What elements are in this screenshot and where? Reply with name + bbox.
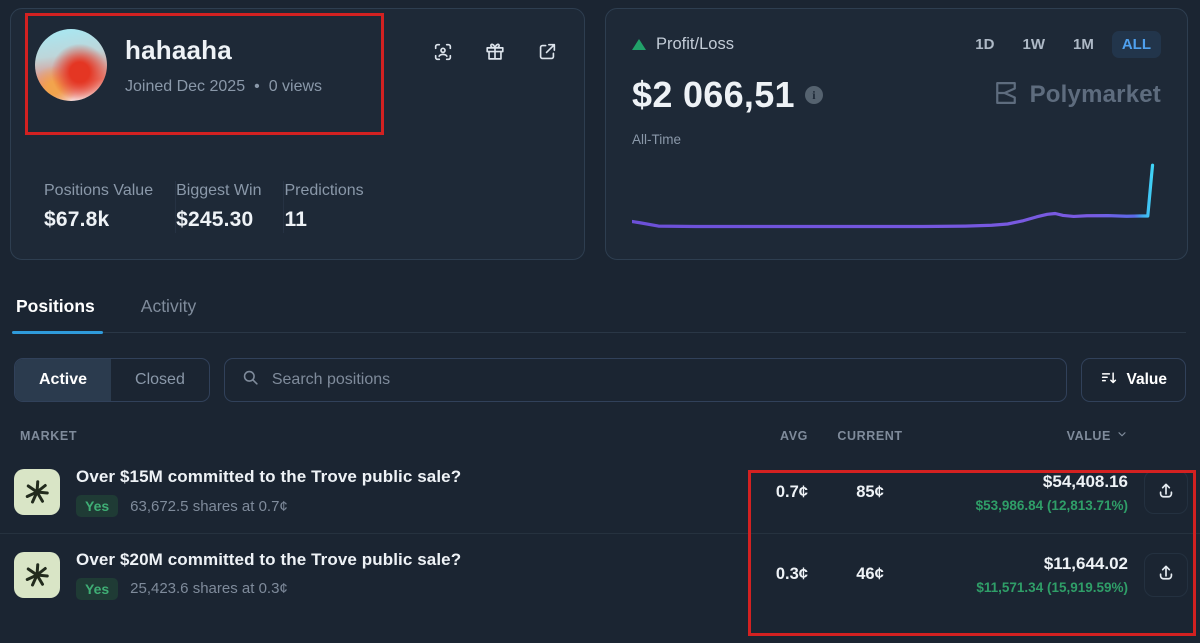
pnl-header: Profit/Loss 1D 1W 1M ALL (632, 31, 1161, 58)
stat-label: Predictions (284, 182, 363, 200)
avg-price: 0.7¢ (732, 483, 808, 502)
positions-controls: Active Closed Value (14, 358, 1186, 402)
stat-label: Positions Value (44, 182, 153, 200)
positions-list: Over $15M committed to the Trove public … (0, 451, 1200, 615)
header-market: MARKET (14, 429, 732, 443)
header-value-label: VALUE (1067, 429, 1111, 443)
position-value: $11,644.02 (920, 554, 1128, 574)
outcome-badge: Yes (76, 578, 118, 600)
pnl-card: Profit/Loss 1D 1W 1M ALL $2 066,51 i (605, 8, 1188, 260)
stat-label: Biggest Win (176, 182, 261, 200)
qr-face-scan-icon (432, 41, 454, 63)
polymarket-wordmark: Polymarket (1030, 81, 1161, 109)
polymarket-logo-icon (992, 79, 1020, 112)
pnl-amount: $2 066,51 (632, 74, 795, 116)
pnl-amount-row: $2 066,51 i Polymarket (632, 74, 1161, 116)
profile-meta: Joined Dec 2025 • 0 views (125, 78, 322, 96)
timeframe-selector: 1D 1W 1M ALL (965, 31, 1161, 58)
market-info: Over $15M committed to the Trove public … (76, 467, 461, 517)
status-segmented-control: Active Closed (14, 358, 210, 402)
polymarket-brand: Polymarket (992, 79, 1161, 112)
tab-positions[interactable]: Positions (14, 296, 97, 332)
gift-icon (484, 41, 506, 63)
pnl-chart-svg (632, 161, 1161, 245)
tab-activity[interactable]: Activity (139, 296, 198, 332)
header-value-sort[interactable]: VALUE (1067, 428, 1128, 443)
chevron-down-icon (1116, 428, 1128, 443)
market-info: Over $20M committed to the Trove public … (76, 550, 461, 600)
share-position-button[interactable] (1144, 470, 1188, 514)
market-icon (14, 469, 60, 515)
profile-card: hahaaha Joined Dec 2025 • 0 views (10, 8, 585, 260)
stat-value: $67.8k (44, 208, 153, 232)
sort-button-label: Value (1127, 371, 1168, 389)
stat-predictions: Predictions 11 (284, 182, 385, 232)
pnl-chart-line (632, 165, 1153, 226)
market-icon (14, 552, 60, 598)
pnl-chart[interactable] (632, 161, 1161, 245)
trend-up-icon (632, 39, 646, 50)
pnl-label: Profit/Loss (656, 35, 734, 54)
search-input[interactable] (272, 371, 1050, 389)
share-upload-icon (1156, 563, 1176, 586)
position-row[interactable]: Over $20M committed to the Trove public … (0, 533, 1200, 615)
share-position-button[interactable] (1144, 553, 1188, 597)
current-price: 85¢ (828, 483, 912, 502)
gift-button[interactable] (482, 39, 508, 65)
top-cards-row: hahaaha Joined Dec 2025 • 0 views (0, 0, 1200, 260)
profile-stats: Positions Value $67.8k Biggest Win $245.… (44, 181, 560, 233)
profile-actions (430, 29, 560, 65)
username: hahaaha (125, 35, 322, 66)
joined-date: Joined Dec 2025 (125, 78, 245, 96)
position-value: $54,408.16 (920, 472, 1128, 492)
position-row[interactable]: Over $15M committed to the Trove public … (0, 451, 1200, 533)
stat-value: 11 (284, 208, 363, 232)
qr-scan-button[interactable] (430, 39, 456, 65)
market-title[interactable]: Over $20M committed to the Trove public … (76, 550, 461, 570)
timeframe-1m[interactable]: 1M (1063, 31, 1104, 58)
header-avg: AVG (732, 429, 808, 443)
position-gain: $53,986.84 (12,813.71%) (920, 498, 1128, 513)
outcome-badge: Yes (76, 495, 118, 517)
external-link-icon (536, 41, 558, 63)
share-upload-icon (1156, 481, 1176, 504)
views-count: 0 views (269, 78, 322, 96)
shares-text: 63,672.5 shares at 0.7¢ (130, 498, 288, 515)
stat-biggest-win: Biggest Win $245.30 (176, 182, 283, 232)
dot-separator: • (254, 78, 260, 96)
profile-identity: hahaaha Joined Dec 2025 • 0 views (125, 29, 322, 96)
position-gain: $11,571.34 (15,919.59%) (920, 580, 1128, 595)
header-current: CURRENT (828, 429, 912, 443)
sort-descending-icon (1100, 369, 1118, 392)
stat-positions-value: Positions Value $67.8k (44, 182, 175, 232)
segment-active[interactable]: Active (15, 359, 111, 401)
sort-value-button[interactable]: Value (1081, 358, 1187, 402)
avg-price: 0.3¢ (732, 565, 808, 584)
stat-value: $245.30 (176, 208, 261, 232)
profile-header: hahaaha Joined Dec 2025 • 0 views (35, 29, 560, 101)
table-header: MARKET AVG CURRENT VALUE (14, 428, 1188, 443)
pnl-period: All-Time (632, 132, 1161, 147)
market-title[interactable]: Over $15M committed to the Trove public … (76, 467, 461, 487)
search-icon (241, 368, 260, 392)
info-icon[interactable]: i (805, 86, 823, 104)
external-link-button[interactable] (534, 39, 560, 65)
timeframe-1d[interactable]: 1D (965, 31, 1004, 58)
timeframe-all[interactable]: ALL (1112, 31, 1161, 58)
section-tabs: Positions Activity (14, 296, 1186, 333)
avatar (35, 29, 107, 101)
profile-page: hahaaha Joined Dec 2025 • 0 views (0, 0, 1200, 643)
current-price: 46¢ (828, 565, 912, 584)
shares-text: 25,423.6 shares at 0.3¢ (130, 580, 288, 597)
timeframe-1w[interactable]: 1W (1012, 31, 1055, 58)
segment-closed[interactable]: Closed (111, 359, 209, 401)
search-box (224, 358, 1067, 402)
